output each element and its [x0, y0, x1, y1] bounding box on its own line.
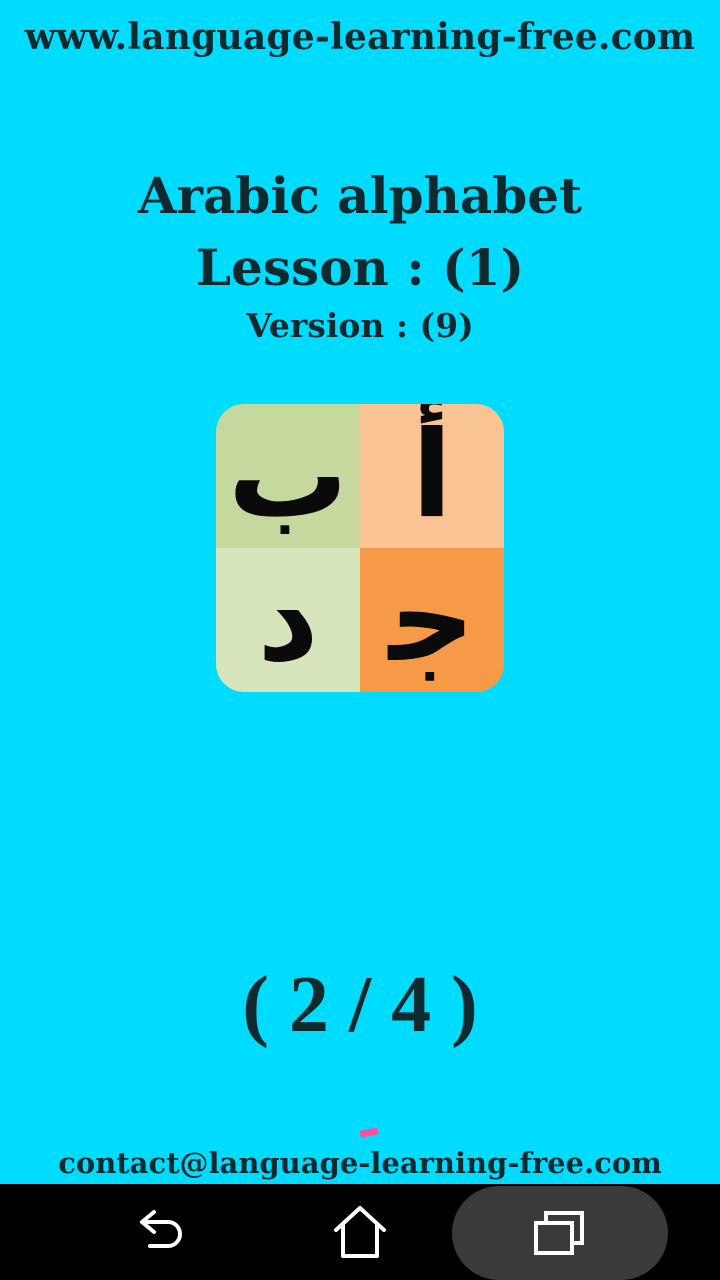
letter-cell-ba: ب	[216, 404, 360, 548]
back-button[interactable]	[100, 1184, 220, 1280]
system-navbar	[0, 1184, 720, 1280]
contact-email[interactable]: contact@language-learning-free.com	[0, 1146, 720, 1180]
letter-ba: ب	[227, 406, 349, 545]
letter-alif: أ	[411, 406, 453, 545]
letter-cell-dal: د	[216, 548, 360, 692]
lesson-label: Lesson : (1)	[195, 238, 525, 297]
site-url[interactable]: www.language-learning-free.com	[0, 16, 720, 58]
letter-cell-jim: ﺟ	[360, 548, 504, 692]
version-label: Version : (9)	[246, 306, 474, 345]
letter-dal: د	[257, 550, 319, 689]
app-screen: www.language-learning-free.com Arabic al…	[0, 0, 720, 1184]
home-button[interactable]	[300, 1184, 420, 1280]
alphabet-icon-grid[interactable]: ب أ د ﺟ	[216, 404, 504, 692]
recents-icon	[534, 1211, 584, 1255]
home-icon	[334, 1206, 386, 1258]
pink-mark	[359, 1127, 379, 1138]
page-title: Arabic alphabet	[137, 166, 583, 225]
recents-button[interactable]	[452, 1186, 668, 1280]
progress-indicator: ( 2 / 4 )	[242, 961, 478, 1049]
letter-cell-alif: أ	[360, 404, 504, 548]
back-icon	[140, 1210, 182, 1248]
letter-jim: ﺟ	[388, 550, 476, 689]
